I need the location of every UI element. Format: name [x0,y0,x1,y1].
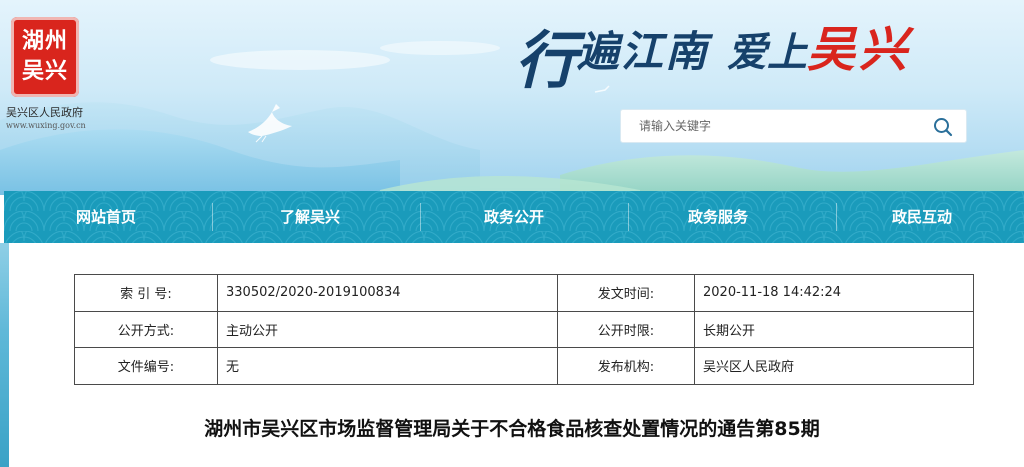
nav-divider [836,203,837,231]
issuing-agency-value: 吴兴区人民政府 [694,347,974,385]
table-row: 公开方式: 主动公开 公开时限: 长期公开 [74,310,974,349]
site-header: 湖州 吴兴 吴兴区人民政府 www.wuxing.gov.cn 行遍江南 爱上吴兴 [0,0,1024,195]
search-box [620,109,967,143]
nav-divider [212,203,213,231]
slogan-part1: 行 [515,24,578,97]
slogan-part2: 遍江南 [577,27,710,76]
main-nav: 网站首页 了解吴兴 政务公开 政务服务 政民互动 [4,191,1024,243]
wuxing-seal-logo[interactable]: 湖州 吴兴 [11,17,79,97]
nav-item-home[interactable]: 网站首页 [4,191,208,243]
nav-item-gov-services[interactable]: 政务服务 [616,191,820,243]
disclosure-period-value: 长期公开 [694,310,974,349]
gov-name: 吴兴区人民政府 [6,106,83,119]
index-number-value: 330502/2020-2019100834 [217,274,558,312]
table-row: 索 引 号: 330502/2020-2019100834 发文时间: 2020… [74,274,974,312]
gov-url: www.wuxing.gov.cn [6,121,86,130]
index-number-label: 索 引 号: [74,274,218,312]
issuing-agency-label: 发布机构: [557,347,695,385]
table-row: 文件编号: 无 发布机构: 吴兴区人民政府 [74,347,974,385]
nav-item-interaction[interactable]: 政民互动 [820,191,1024,243]
publish-time-value: 2020-11-18 14:42:24 [694,274,974,312]
search-icon[interactable] [932,116,954,138]
disclosure-period-label: 公开时限: [557,310,695,349]
slogan-part3: 爱上 [727,29,808,76]
slogan-part4: 吴兴 [807,22,912,78]
nav-divider [628,203,629,231]
nav-item-about[interactable]: 了解吴兴 [208,191,412,243]
search-input[interactable] [621,110,921,142]
logo-line2: 吴兴 [21,58,68,84]
document-number-value: 无 [217,347,558,385]
document-info-table: 索 引 号: 330502/2020-2019100834 发文时间: 2020… [74,274,974,385]
logo-line1: 湖州 [21,28,68,54]
disclosure-method-value: 主动公开 [217,310,558,349]
document-title: 湖州市吴兴区市场监督管理局关于不合格食品核查处置情况的通告第85期 [204,418,820,440]
publish-time-label: 发文时间: [557,274,695,312]
nav-item-gov-affairs[interactable]: 政务公开 [412,191,616,243]
nav-divider [420,203,421,231]
document-number-label: 文件编号: [74,347,218,385]
slogan-banner: 行遍江南 爱上吴兴 [515,10,912,97]
disclosure-method-label: 公开方式: [74,310,218,349]
